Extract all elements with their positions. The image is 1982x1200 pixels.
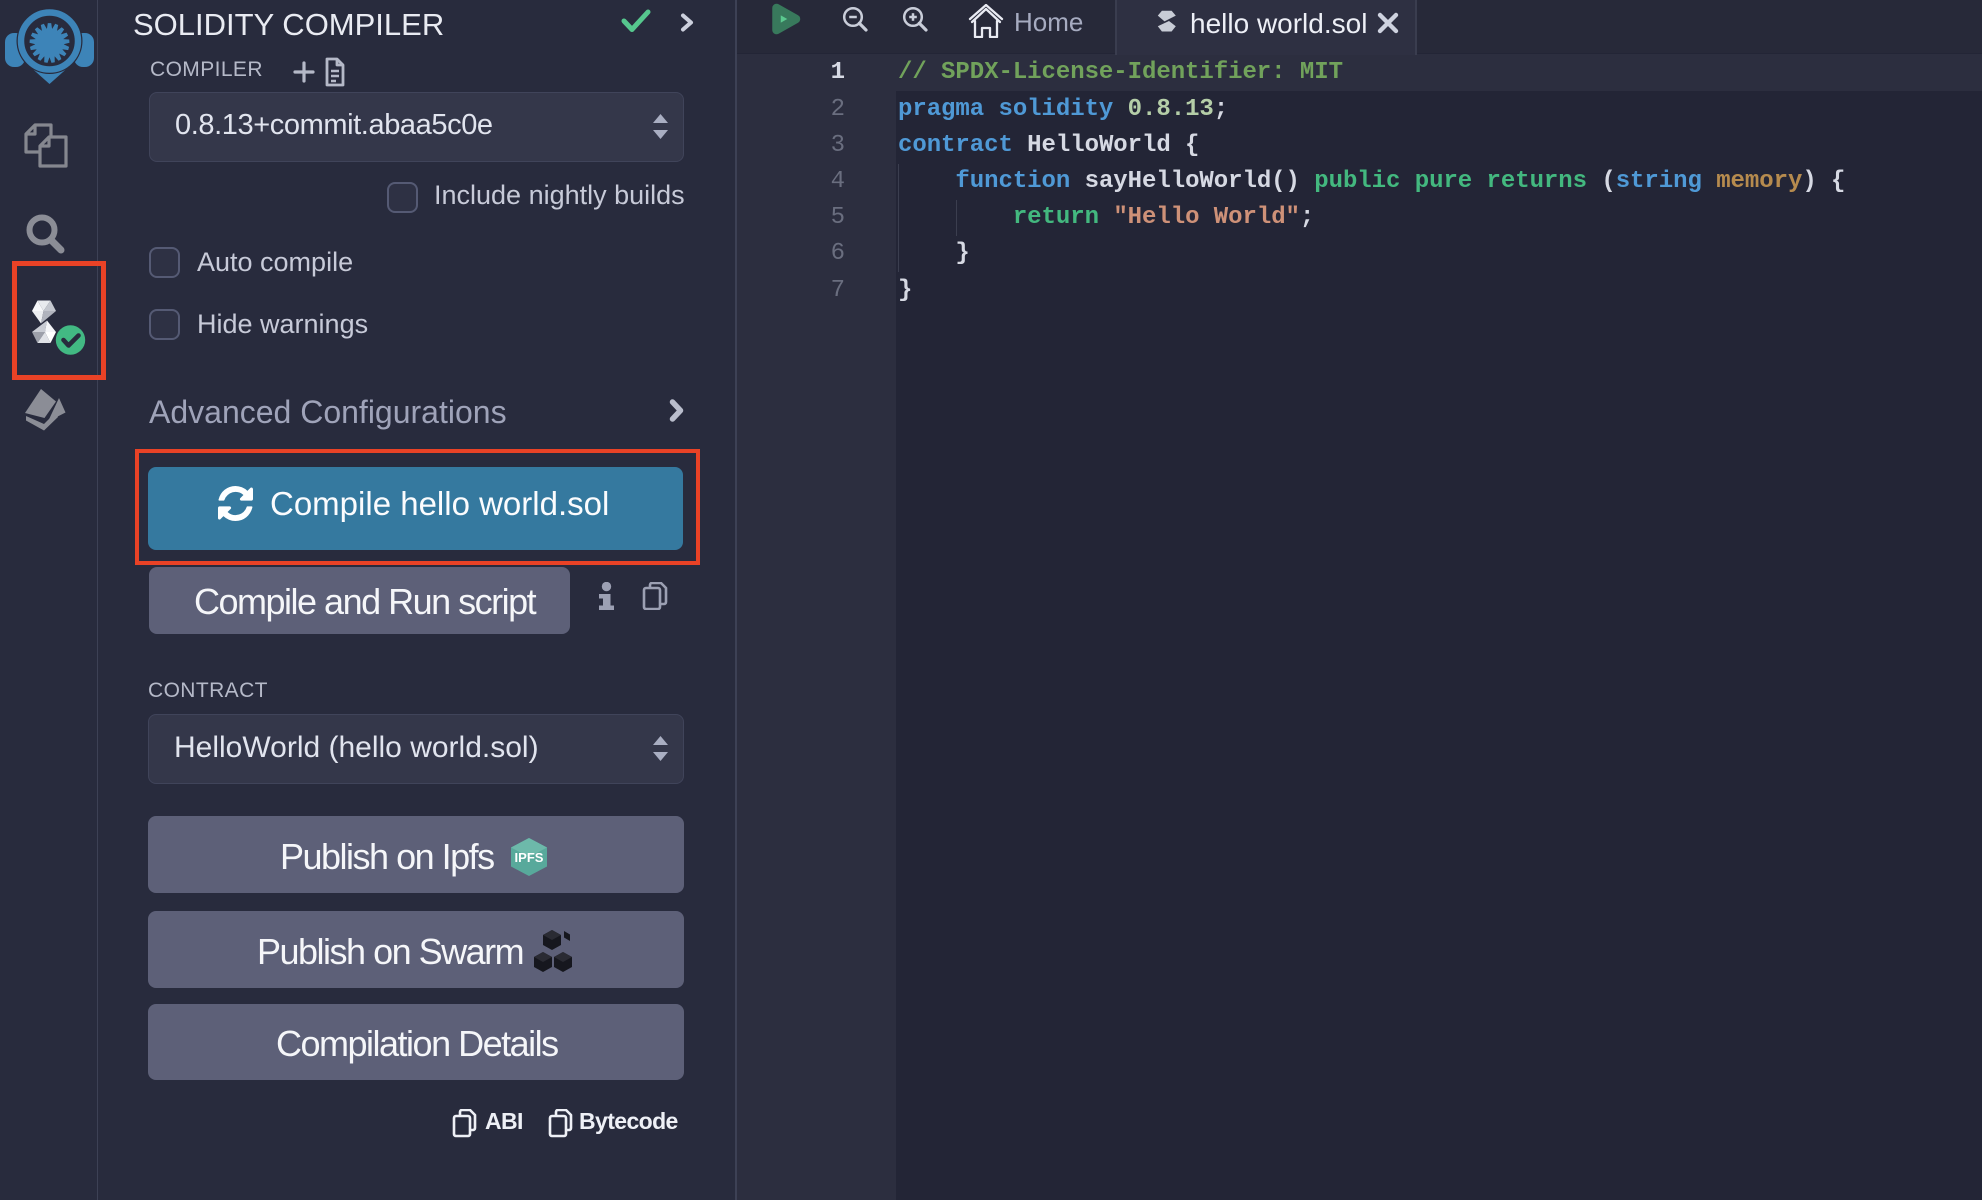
- svg-text:IPFS: IPFS: [515, 850, 544, 865]
